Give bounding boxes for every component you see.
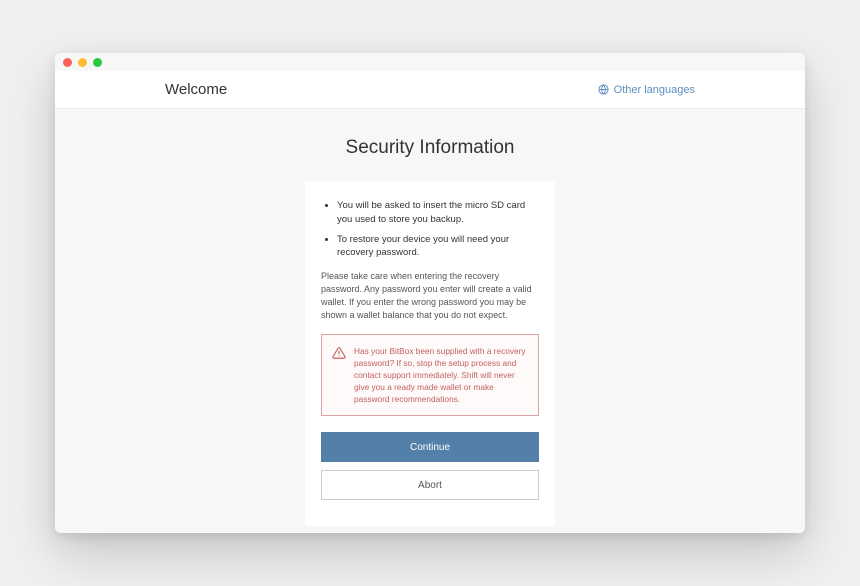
warning-icon — [332, 346, 346, 360]
security-info-card: You will be asked to insert the micro SD… — [305, 181, 555, 526]
header-title: Welcome — [165, 81, 227, 98]
warning-alert: Has your BitBox been supplied with a rec… — [321, 334, 539, 416]
page-title: Security Information — [346, 137, 515, 159]
globe-icon — [598, 84, 609, 95]
list-item: You will be asked to insert the micro SD… — [337, 199, 539, 227]
info-list: You will be asked to insert the micro SD… — [321, 199, 539, 260]
minimize-window-button[interactable] — [78, 58, 87, 67]
warning-text: Has your BitBox been supplied with a rec… — [354, 345, 528, 405]
other-languages-link[interactable]: Other languages — [598, 84, 695, 96]
header: Welcome Other languages — [55, 71, 805, 109]
continue-button[interactable]: Continue — [321, 432, 539, 462]
maximize-window-button[interactable] — [93, 58, 102, 67]
close-window-button[interactable] — [63, 58, 72, 67]
app-window: Welcome Other languages Security Informa… — [55, 53, 805, 533]
caution-paragraph: Please take care when entering the recov… — [321, 270, 539, 322]
list-item: To restore your device you will need you… — [337, 233, 539, 261]
content-area: Security Information You will be asked t… — [55, 109, 805, 533]
titlebar — [55, 53, 805, 71]
other-languages-label: Other languages — [614, 84, 695, 96]
abort-button[interactable]: Abort — [321, 470, 539, 500]
